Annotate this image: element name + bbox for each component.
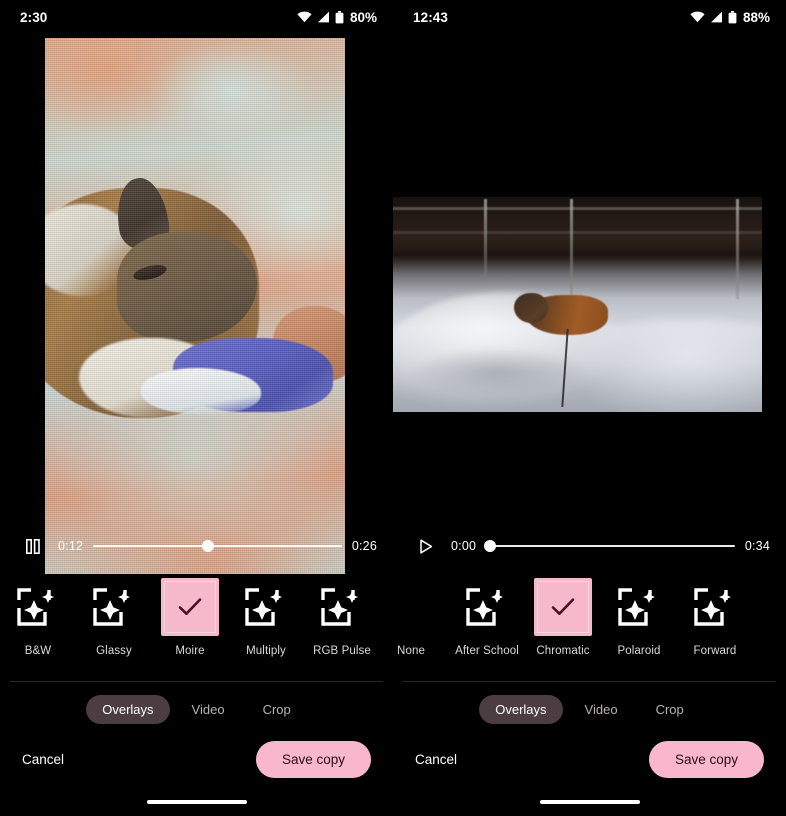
cancel-button[interactable]: Cancel bbox=[415, 752, 457, 767]
status-clock: 12:43 bbox=[413, 9, 449, 25]
seek-thumb[interactable] bbox=[484, 540, 497, 552]
playback-controls: 0:12 0:26 bbox=[0, 531, 393, 561]
editor-tabs[interactable]: Overlays Video Crop bbox=[393, 689, 786, 729]
tab-overlays[interactable]: Overlays bbox=[479, 694, 563, 724]
duration-time: 0:34 bbox=[744, 539, 770, 553]
seek-slider[interactable] bbox=[93, 536, 342, 556]
dual-screenshot-container: 2:30 80% 0:12 0:26 B&W Glassy Moire Mult… bbox=[0, 0, 786, 816]
video-content-fence-rail bbox=[393, 231, 762, 234]
editor-tabs[interactable]: Overlays Video Crop bbox=[0, 689, 393, 729]
effect-label: None bbox=[397, 645, 425, 657]
seek-track bbox=[486, 545, 735, 547]
effect-item-none[interactable]: None bbox=[393, 578, 449, 657]
tab-video[interactable]: Video bbox=[176, 695, 241, 724]
pause-icon[interactable] bbox=[18, 538, 48, 554]
section-divider bbox=[10, 681, 383, 682]
effect-label: Multiply bbox=[246, 645, 286, 657]
save-copy-button[interactable]: Save copy bbox=[255, 740, 371, 778]
video-preview[interactable] bbox=[393, 197, 762, 412]
sparkle-frame-icon bbox=[458, 578, 516, 636]
battery-icon bbox=[728, 10, 737, 24]
seek-track bbox=[93, 545, 342, 547]
tab-crop[interactable]: Crop bbox=[247, 695, 307, 724]
current-time: 0:12 bbox=[58, 539, 84, 553]
action-bar: Cancel Save copy bbox=[0, 737, 393, 781]
tab-video[interactable]: Video bbox=[569, 695, 634, 724]
seek-thumb[interactable] bbox=[201, 540, 214, 552]
check-icon bbox=[161, 578, 219, 636]
effect-item-chromatic[interactable]: Chromatic bbox=[525, 578, 601, 657]
status-icon-group: 80% bbox=[297, 10, 377, 25]
wifi-icon bbox=[297, 11, 312, 23]
cell-signal-icon bbox=[710, 11, 723, 23]
effect-label: Glassy bbox=[96, 645, 132, 657]
status-bar: 12:43 88% bbox=[393, 0, 786, 34]
effect-label: Moire bbox=[175, 645, 205, 657]
sparkle-frame-icon bbox=[237, 578, 295, 636]
effect-item-polaroid[interactable]: Polaroid bbox=[601, 578, 677, 657]
effect-label: Polaroid bbox=[617, 645, 661, 657]
panel-right: 12:43 88% 0:00 0:34 None After School Ch… bbox=[393, 0, 786, 816]
seek-slider[interactable] bbox=[484, 536, 735, 556]
home-indicator bbox=[539, 800, 640, 804]
tab-crop[interactable]: Crop bbox=[640, 695, 700, 724]
no-effect-icon bbox=[393, 578, 440, 636]
status-clock: 2:30 bbox=[20, 9, 48, 25]
current-time: 0:00 bbox=[451, 539, 477, 553]
sparkle-frame-icon bbox=[85, 578, 143, 636]
wifi-icon bbox=[690, 11, 705, 23]
effect-label: Forward bbox=[693, 645, 737, 657]
battery-percent: 88% bbox=[742, 9, 770, 25]
effect-label: Chromatic bbox=[536, 645, 590, 657]
effect-item-glassy[interactable]: Glassy bbox=[76, 578, 152, 657]
battery-percent: 80% bbox=[349, 9, 377, 25]
section-divider bbox=[403, 681, 776, 682]
tab-overlays[interactable]: Overlays bbox=[86, 694, 170, 724]
video-content-dog-head bbox=[514, 293, 548, 323]
panel-left: 2:30 80% 0:12 0:26 B&W Glassy Moire Mult… bbox=[0, 0, 393, 816]
sparkle-frame-icon bbox=[610, 578, 668, 636]
cancel-button[interactable]: Cancel bbox=[22, 752, 64, 767]
video-content-snow-shadow bbox=[408, 347, 588, 397]
sparkle-frame-icon bbox=[313, 578, 371, 636]
effect-item-bw[interactable]: B&W bbox=[0, 578, 76, 657]
cell-signal-icon bbox=[317, 11, 330, 23]
sparkle-frame-icon bbox=[9, 578, 67, 636]
effect-item-rgb-pulse[interactable]: RGB Pulse bbox=[304, 578, 380, 657]
save-copy-button[interactable]: Save copy bbox=[648, 740, 764, 778]
video-content-fence-rail bbox=[393, 207, 762, 210]
video-content-fence-post bbox=[736, 199, 739, 299]
effect-label: RGB Pulse bbox=[313, 645, 371, 657]
battery-icon bbox=[335, 10, 344, 24]
effect-item-multiply[interactable]: Multiply bbox=[228, 578, 304, 657]
effect-label: B&W bbox=[24, 645, 52, 657]
effect-label: After School bbox=[455, 645, 519, 657]
effect-item-moire[interactable]: Moire bbox=[152, 578, 228, 657]
play-icon[interactable] bbox=[411, 538, 441, 554]
video-content-fence-post bbox=[570, 199, 573, 295]
video-content-fence-post bbox=[484, 199, 487, 279]
effect-item-after-school[interactable]: After School bbox=[449, 578, 525, 657]
playback-controls: 0:00 0:34 bbox=[393, 531, 786, 561]
sparkle-frame-icon bbox=[686, 578, 744, 636]
action-bar: Cancel Save copy bbox=[393, 737, 786, 781]
video-preview[interactable] bbox=[45, 38, 345, 574]
effects-carousel[interactable]: B&W Glassy Moire Multiply RGB Pulse bbox=[0, 578, 393, 674]
video-content-dog-paw bbox=[141, 368, 261, 414]
effect-item-forward[interactable]: Forward bbox=[677, 578, 753, 657]
status-icon-group: 88% bbox=[690, 10, 770, 25]
status-bar: 2:30 80% bbox=[0, 0, 393, 34]
check-icon bbox=[534, 578, 592, 636]
duration-time: 0:26 bbox=[351, 539, 377, 553]
home-indicator bbox=[146, 800, 247, 804]
effects-carousel[interactable]: None After School Chromatic Polaroid For… bbox=[393, 578, 766, 674]
